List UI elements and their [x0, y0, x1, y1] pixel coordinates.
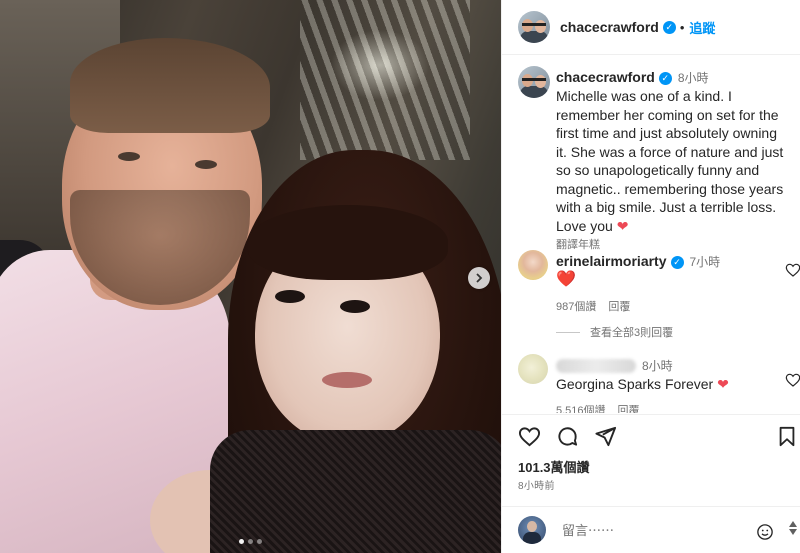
comment-time[interactable]: 7小時	[690, 255, 721, 269]
caption-last-text: Love you	[556, 217, 613, 234]
chevron-right-icon	[476, 273, 483, 283]
post-actions: 101.3萬個讚 8小時前	[502, 414, 800, 494]
caption-line: magnetic.. remembering those years	[556, 180, 784, 197]
comment-username[interactable]: erinelairmoriarty	[556, 253, 667, 269]
comment-text: ❤️	[556, 271, 576, 288]
bookmark-icon[interactable]	[776, 425, 798, 448]
post-header: chacecrawford ✓ • 追蹤	[502, 0, 800, 55]
reply-button[interactable]: 回覆	[608, 298, 630, 314]
paper-plane-icon[interactable]	[594, 425, 617, 448]
next-image-button[interactable]	[468, 267, 490, 289]
carousel-dot	[239, 539, 244, 544]
heart-icon[interactable]	[785, 262, 800, 278]
caption-author-avatar[interactable]	[518, 66, 550, 98]
heart-icon[interactable]	[785, 372, 800, 388]
comment-likes[interactable]: 5,516個讚	[556, 402, 606, 414]
man-hair	[70, 38, 270, 133]
smiley-icon[interactable]	[756, 523, 774, 541]
comment-text-row: Georgina Sparks Forever ❤	[556, 375, 791, 394]
caption-line: with a big smile. Just a terrible loss.	[556, 199, 777, 215]
caption-line: Love you ❤	[556, 217, 791, 236]
separator-dot: •	[679, 19, 685, 35]
view-replies-button[interactable]: 查看全部3則回覆	[556, 324, 673, 340]
woman-top	[210, 430, 501, 553]
post-side-panel: chacecrawford ✓ • 追蹤 chacecrawford ✓ 8小時 M…	[501, 0, 800, 553]
scroll-down-icon[interactable]	[789, 529, 797, 535]
woman-bangs	[248, 205, 448, 280]
action-icons	[518, 425, 795, 449]
follow-button[interactable]: 追蹤	[689, 18, 715, 37]
scroll-arrows[interactable]	[789, 521, 797, 535]
background-lattice	[300, 0, 470, 160]
comment-likes[interactable]: 987個讚	[556, 298, 596, 314]
man-eye-right	[195, 160, 217, 169]
red-heart-icon: ❤	[717, 376, 729, 392]
caption-line: so so unapologetically funny and	[556, 162, 760, 178]
woman-eye-left	[275, 290, 305, 303]
translate-link[interactable]: 翻譯年糕	[556, 236, 791, 252]
comment-text: Georgina Sparks Forever	[556, 376, 714, 392]
caption-line: first time and just absolutely owning	[556, 125, 777, 141]
comment-meta: 987個讚 回覆	[556, 298, 791, 314]
caption-text: Michelle was one of a kind. I remember h…	[556, 87, 791, 235]
woman-lips	[322, 372, 372, 388]
caption-line: Michelle was one of a kind. I	[556, 88, 732, 104]
author-username[interactable]: chacecrawford	[560, 19, 659, 35]
reply-button[interactable]: 回覆	[618, 402, 640, 414]
man-eye-left	[118, 152, 140, 161]
comments-list: chacecrawford ✓ 8小時 Michelle was one of a …	[502, 56, 800, 413]
author-avatar[interactable]	[518, 11, 550, 43]
heart-icon[interactable]	[518, 425, 541, 448]
carousel-dots	[239, 539, 262, 544]
verified-badge-icon: ✓	[662, 20, 676, 34]
verified-badge-icon: ✓	[670, 255, 684, 269]
replies-line	[556, 331, 580, 333]
add-comment-bar	[502, 506, 800, 553]
comment-time[interactable]: 8小時	[642, 359, 673, 373]
current-user-avatar	[518, 516, 546, 544]
caption-time[interactable]: 8小時	[678, 71, 709, 85]
comment-meta: 5,516個讚 回覆	[556, 402, 791, 414]
caption-line: remember her coming on set for the	[556, 106, 779, 123]
carousel-dot	[248, 539, 253, 544]
post-timestamp[interactable]: 8小時前	[518, 477, 555, 492]
scroll-up-icon[interactable]	[789, 521, 797, 527]
carousel-dot	[257, 539, 262, 544]
likes-count[interactable]: 101.3萬個讚	[518, 457, 590, 476]
verified-badge-icon: ✓	[658, 71, 672, 85]
caption-username[interactable]: chacecrawford	[556, 69, 655, 85]
blurred-username[interactable]	[556, 359, 636, 374]
commenter-avatar[interactable]	[518, 250, 548, 280]
view-replies-label: 查看全部3則回覆	[590, 327, 674, 339]
commenter-avatar[interactable]	[518, 354, 548, 384]
caption-line: it. She was a force of nature and just	[556, 143, 784, 160]
comment-icon[interactable]	[556, 425, 579, 448]
woman-eye-right	[340, 300, 370, 313]
post-image[interactable]	[0, 0, 501, 553]
red-heart-icon: ❤	[616, 217, 629, 234]
